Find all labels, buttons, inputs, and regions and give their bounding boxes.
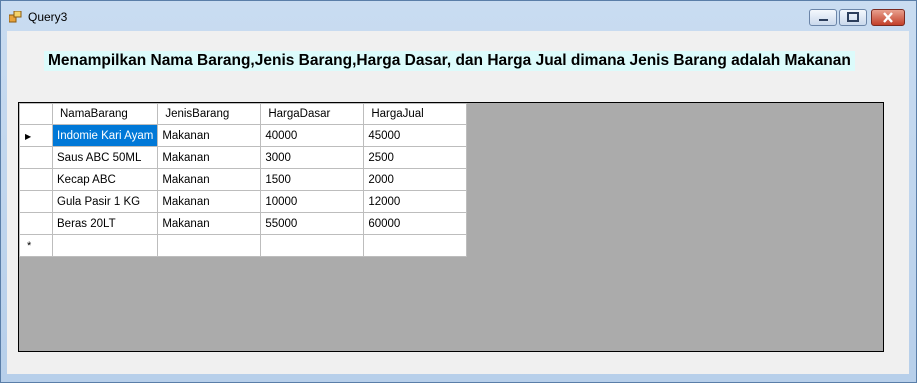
form-client-area: Menampilkan Nama Barang,Jenis Barang,Har… — [7, 31, 909, 374]
cell-namabarang[interactable]: Beras 20LT — [51, 212, 159, 235]
table-row[interactable]: ▶ Indomie Kari Ayam Makanan 40000 45000 — [19, 124, 468, 147]
table-row[interactable]: Gula Pasir 1 KG Makanan 10000 12000 — [19, 190, 468, 213]
cell-namabarang[interactable]: Gula Pasir 1 KG — [51, 190, 159, 213]
new-cell-jenisbarang[interactable] — [157, 234, 262, 257]
cell-jenisbarang[interactable]: Makanan — [157, 146, 262, 169]
data-grid-table: NamaBarang JenisBarang HargaDasar HargaJ… — [19, 103, 468, 257]
table-row[interactable]: Saus ABC 50ML Makanan 3000 2500 — [19, 146, 468, 169]
table-row[interactable]: Kecap ABC Makanan 1500 2000 — [19, 168, 468, 191]
row-header[interactable] — [19, 190, 53, 213]
row-header-current[interactable]: ▶ — [19, 124, 53, 147]
row-header[interactable] — [19, 212, 53, 235]
new-cell-hargajual[interactable] — [363, 234, 468, 257]
header-row: NamaBarang JenisBarang HargaDasar HargaJ… — [19, 103, 468, 125]
new-cell-hargadasar[interactable] — [260, 234, 365, 257]
query3-window: Query3 Menampilkan Nama Barang,Jenis Bar… — [0, 0, 917, 383]
cell-namabarang-selected[interactable]: Indomie Kari Ayam — [51, 124, 159, 147]
cell-hargajual[interactable]: 45000 — [363, 124, 468, 147]
cell-hargadasar[interactable]: 55000 — [260, 212, 365, 235]
close-icon — [883, 12, 893, 23]
data-grid-view[interactable]: NamaBarang JenisBarang HargaDasar HargaJ… — [18, 102, 884, 352]
row-header-new[interactable]: * — [19, 234, 53, 257]
cell-hargadasar[interactable]: 1500 — [260, 168, 365, 191]
current-row-arrow-icon: ▶ — [25, 131, 32, 141]
cell-namabarang[interactable]: Kecap ABC — [51, 168, 159, 191]
cell-namabarang[interactable]: Saus ABC 50ML — [51, 146, 159, 169]
title-bar[interactable]: Query3 — [1, 1, 916, 31]
cell-hargajual[interactable]: 12000 — [363, 190, 468, 213]
cell-jenisbarang[interactable]: Makanan — [157, 190, 262, 213]
column-header-hargadasar[interactable]: HargaDasar — [260, 103, 365, 125]
column-header-hargajual[interactable]: HargaJual — [363, 103, 468, 125]
new-row[interactable]: * — [19, 234, 468, 257]
cell-jenisbarang[interactable]: Makanan — [157, 124, 262, 147]
new-cell-namabarang[interactable] — [51, 234, 159, 257]
cell-jenisbarang[interactable]: Makanan — [157, 168, 262, 191]
cell-hargadasar[interactable]: 40000 — [260, 124, 365, 147]
cell-hargajual[interactable]: 2500 — [363, 146, 468, 169]
cell-hargadasar[interactable]: 3000 — [260, 146, 365, 169]
column-header-namabarang[interactable]: NamaBarang — [51, 103, 159, 125]
cell-hargajual[interactable]: 2000 — [363, 168, 468, 191]
top-left-header-cell[interactable] — [19, 103, 53, 125]
minimize-icon — [819, 19, 828, 21]
close-button[interactable] — [871, 9, 905, 26]
maximize-icon — [847, 12, 859, 22]
row-header[interactable] — [19, 146, 53, 169]
query-description-label: Menampilkan Nama Barang,Jenis Barang,Har… — [44, 51, 855, 71]
maximize-button[interactable] — [839, 9, 867, 26]
app-icon — [9, 11, 22, 23]
cell-hargadasar[interactable]: 10000 — [260, 190, 365, 213]
row-header[interactable] — [19, 168, 53, 191]
minimize-button[interactable] — [809, 9, 837, 26]
cell-jenisbarang[interactable]: Makanan — [157, 212, 262, 235]
new-row-asterisk-icon: * — [27, 239, 32, 252]
column-header-jenisbarang[interactable]: JenisBarang — [157, 103, 262, 125]
window-title: Query3 — [28, 10, 68, 24]
cell-hargajual[interactable]: 60000 — [363, 212, 468, 235]
table-row[interactable]: Beras 20LT Makanan 55000 60000 — [19, 212, 468, 235]
